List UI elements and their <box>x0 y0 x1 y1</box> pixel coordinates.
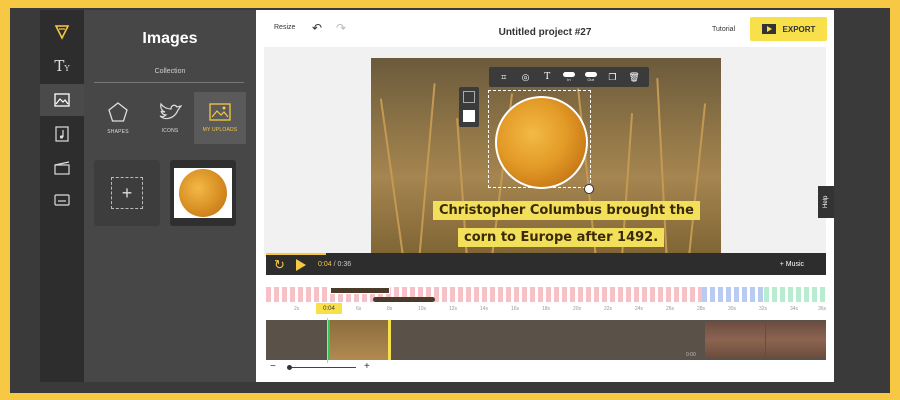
export-button[interactable]: EXPORT <box>750 17 827 41</box>
clip[interactable] <box>766 322 826 358</box>
zoom-in-button[interactable]: + <box>364 361 370 372</box>
corn-image-element[interactable] <box>495 96 588 189</box>
pentagon-icon <box>108 102 128 122</box>
plus-icon: + <box>121 183 133 203</box>
tick-label: 22s <box>604 306 613 312</box>
out-label: Out <box>587 77 594 82</box>
tick-label: 12s <box>449 306 458 312</box>
playback-progress[interactable] <box>266 253 326 255</box>
tick-label: 32s <box>759 306 768 312</box>
text-tool-icon[interactable]: TY <box>40 50 84 82</box>
tick-label: 28s <box>697 306 706 312</box>
zoom-slider-handle[interactable] <box>287 365 292 370</box>
time-display: 0:04 / 0:36 <box>318 261 351 268</box>
top-bar: Resize ↶ ↷ Untitled project #27 Tutorial… <box>256 10 834 46</box>
crop-icon[interactable]: ⌗ <box>497 70 511 84</box>
element-bar[interactable] <box>373 297 435 302</box>
upload-add-tile[interactable]: + <box>94 160 160 226</box>
tutorial-link[interactable]: Tutorial <box>712 26 735 33</box>
caption-track-segment-blue[interactable] <box>702 287 764 302</box>
caption-track-segment-green[interactable] <box>764 287 826 302</box>
music-icon[interactable] <box>40 118 84 150</box>
caption-line-1[interactable]: Christopher Columbus brought the <box>433 201 700 220</box>
tick-label: 30s <box>728 306 737 312</box>
category-shapes[interactable]: SHAPES <box>92 92 144 144</box>
tick-label: 2s <box>294 306 300 312</box>
tick-label: 36s <box>818 306 827 312</box>
zoom-slider[interactable] <box>288 367 356 368</box>
replay-icon[interactable]: ↻ <box>274 257 285 273</box>
tick-label: 34s <box>790 306 799 312</box>
logo-icon[interactable] <box>40 16 84 48</box>
player-bar: ↻ 0:04 / 0:36 + Music <box>266 253 826 275</box>
tick-label: 8s <box>387 306 393 312</box>
divider <box>94 82 244 83</box>
in-label: In <box>567 77 571 82</box>
category-icons[interactable]: ICONS <box>144 92 196 144</box>
video-icon <box>761 24 776 34</box>
layer-backward-icon[interactable] <box>463 110 475 122</box>
project-title[interactable]: Untitled project #27 <box>256 27 834 38</box>
caption-line-2[interactable]: corn to Europe after 1492. <box>458 228 665 247</box>
images-panel: Images Collection SHAPES ICONS MY UPLOAD… <box>84 10 256 382</box>
play-icon[interactable] <box>296 259 306 271</box>
tick-label: 18s <box>542 306 551 312</box>
zoom-out-button[interactable]: − <box>270 361 276 372</box>
category-label: SHAPES <box>107 129 129 135</box>
uploaded-image-tile[interactable] <box>170 160 236 226</box>
subtitles-icon[interactable] <box>40 184 84 216</box>
tick-label: 26s <box>666 306 675 312</box>
timeline-ruler[interactable]: 2s 4s 6s 8s 10s 12s 14s 16s 18s 20s 22s … <box>266 304 826 316</box>
tick-label: 16s <box>511 306 520 312</box>
playhead-time-badge: 0:04 <box>316 303 342 314</box>
total-time: 0:36 <box>337 261 352 268</box>
animation-out-button[interactable]: Out <box>584 70 598 84</box>
layer-forward-icon[interactable] <box>463 91 475 103</box>
add-music-button[interactable]: + Music <box>780 261 804 268</box>
tick-label: 24s <box>635 306 644 312</box>
scenes-icon[interactable] <box>40 152 84 184</box>
bird-icon <box>159 102 182 120</box>
playhead[interactable] <box>327 318 328 363</box>
duplicate-icon[interactable]: ❐ <box>605 70 619 84</box>
export-label: EXPORT <box>782 24 816 34</box>
tick-label: 14s <box>480 306 489 312</box>
time-separator: / <box>333 261 336 268</box>
clip-duration: 0:00 <box>686 352 696 358</box>
corn-thumbnail <box>179 169 227 217</box>
image-upload-icon <box>209 103 231 121</box>
tick-label: 20s <box>573 306 582 312</box>
current-time: 0:04 <box>318 261 332 268</box>
trash-icon[interactable]: 🗑 <box>627 70 641 84</box>
clip[interactable] <box>705 322 765 358</box>
layer-buttons <box>459 87 479 127</box>
tick-label: 6s <box>356 306 362 312</box>
tool-rail: TY <box>40 10 84 382</box>
tick-label: 10s <box>418 306 427 312</box>
rotate-handle[interactable] <box>584 184 594 194</box>
text-style-icon[interactable]: T <box>540 70 554 84</box>
collection-label: Collection <box>154 68 186 75</box>
active-clip[interactable] <box>327 320 391 360</box>
element-bar[interactable] <box>330 287 390 294</box>
panel-title: Images <box>142 30 198 47</box>
help-tab[interactable]: Help <box>818 186 834 218</box>
filter-icon[interactable]: ◎ <box>519 70 533 84</box>
element-toolbar: ⌗ ◎ T In Out ❐ 🗑 <box>489 67 649 87</box>
category-my-uploads[interactable]: MY UPLOADS <box>194 92 246 144</box>
animation-in-button[interactable]: In <box>562 70 576 84</box>
images-icon[interactable] <box>40 84 84 116</box>
category-label: ICONS <box>161 128 179 134</box>
category-label: MY UPLOADS <box>202 127 238 133</box>
